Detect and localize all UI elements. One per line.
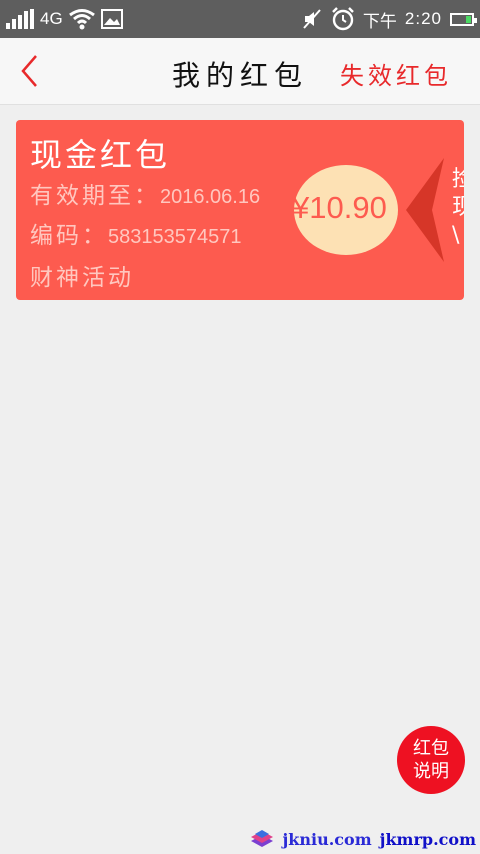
- expired-red-packets-link[interactable]: 失效红包: [340, 56, 452, 91]
- watermark: jkniu.com jkmrp.com: [249, 826, 476, 852]
- expiry-line: 有效期至：2016.06.16: [30, 176, 260, 210]
- mute-icon: [303, 9, 321, 29]
- watermark-site2: jkmrp.com: [379, 829, 476, 849]
- network-type: 4G: [40, 9, 63, 28]
- code-label: 编码：: [30, 223, 108, 249]
- fab-label-line1: 红包: [413, 738, 449, 759]
- side-char: \: [452, 223, 460, 248]
- chevron-left-icon: [406, 158, 444, 262]
- packet-amount: ¥10.90: [292, 190, 387, 225]
- battery-icon: [450, 12, 477, 26]
- clock: 2:20: [404, 9, 442, 28]
- alarm-icon: [332, 7, 354, 31]
- side-char: 现: [452, 195, 464, 220]
- status-right: 下午 2:20: [301, 6, 477, 32]
- watermark-site1: jkniu.com: [282, 829, 372, 849]
- side-char: 捡: [452, 167, 464, 192]
- status-left: 4G: [6, 6, 123, 32]
- expiry-label: 有效期至：: [30, 183, 160, 209]
- packet-source: 财神活动: [30, 265, 134, 291]
- logo-icon: [250, 830, 273, 847]
- time-period: 下午: [362, 11, 397, 31]
- signal-icon: [6, 9, 34, 29]
- image-notification-icon: [100, 9, 123, 29]
- app-header: 我的红包 失效红包: [0, 38, 480, 105]
- code-line: 编码：583153574571: [30, 216, 241, 250]
- packet-type: 现金红包: [30, 136, 171, 174]
- code-value: 583153574571: [108, 226, 242, 248]
- expiry-value: 2016.06.16: [160, 186, 261, 208]
- status-bar: 4G 下午 2:20: [0, 0, 480, 38]
- red-packet-card[interactable]: 现金红包 有效期至：2016.06.16 编码：583153574571 财神活…: [16, 120, 464, 300]
- side-text: 捡 现 \: [452, 166, 464, 250]
- fab-label-line2: 说明: [413, 761, 449, 782]
- red-packet-info-button[interactable]: 红包 说明: [397, 726, 465, 794]
- wifi-icon: [68, 9, 95, 30]
